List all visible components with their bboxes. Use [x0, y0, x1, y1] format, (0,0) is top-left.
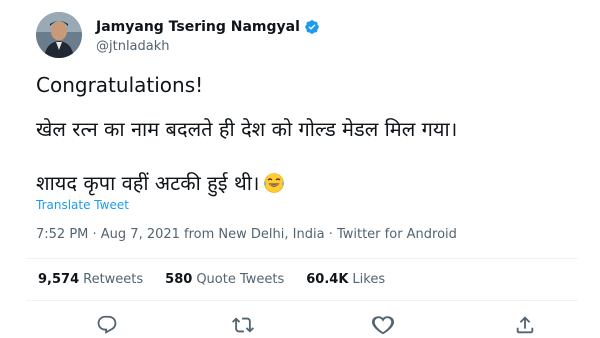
tweet-actions — [0, 312, 600, 338]
tweet-metadata: 7:52 PM · Aug 7, 2021 from New Delhi, In… — [36, 227, 457, 242]
quotes-count: 580 — [165, 272, 193, 287]
tweet-line-3-wrap: शायद कृपा वहीं अटकी हुई थी। — [36, 168, 285, 198]
tweet-body: Congratulations! खेल रत्न का नाम बदलते ह… — [36, 70, 576, 195]
face-with-tears-of-joy-icon — [263, 172, 285, 194]
likes-count: 60.4K — [306, 272, 349, 287]
tweet-line-1: Congratulations! — [36, 73, 204, 97]
translate-tweet-link[interactable]: Translate Tweet — [36, 198, 129, 212]
retweets-count: 9,574 — [38, 272, 80, 287]
likes-label: Likes — [352, 272, 386, 287]
retweet-icon[interactable] — [232, 314, 254, 336]
tweet-header: Jamyang Tsering Namgyal @jtnladakh — [36, 12, 320, 58]
divider — [26, 258, 578, 259]
quotes-label: Quote Tweets — [196, 272, 285, 287]
author-name[interactable]: Jamyang Tsering Namgyal — [96, 19, 300, 35]
reply-icon[interactable] — [96, 314, 118, 336]
share-icon[interactable] — [514, 314, 536, 336]
verified-badge-icon — [304, 19, 320, 35]
quote-tweets-stat[interactable]: 580 Quote Tweets — [165, 272, 284, 287]
likes-stat[interactable]: 60.4K Likes — [306, 272, 385, 287]
retweets-label: Retweets — [83, 272, 144, 287]
divider — [26, 300, 578, 301]
like-icon[interactable] — [372, 314, 394, 336]
tweet-line-2: खेल रत्न का नाम बदलते ही देश को गोल्ड मे… — [36, 117, 458, 141]
author-handle[interactable]: @jtnladakh — [96, 39, 320, 54]
retweets-stat[interactable]: 9,574 Retweets — [38, 272, 143, 287]
tweet-line-3: शायद कृपा वहीं अटकी हुई थी। — [36, 171, 260, 195]
avatar[interactable] — [36, 12, 82, 58]
tweet-stats: 9,574 Retweets 580 Quote Tweets 60.4K Likes — [38, 272, 407, 287]
